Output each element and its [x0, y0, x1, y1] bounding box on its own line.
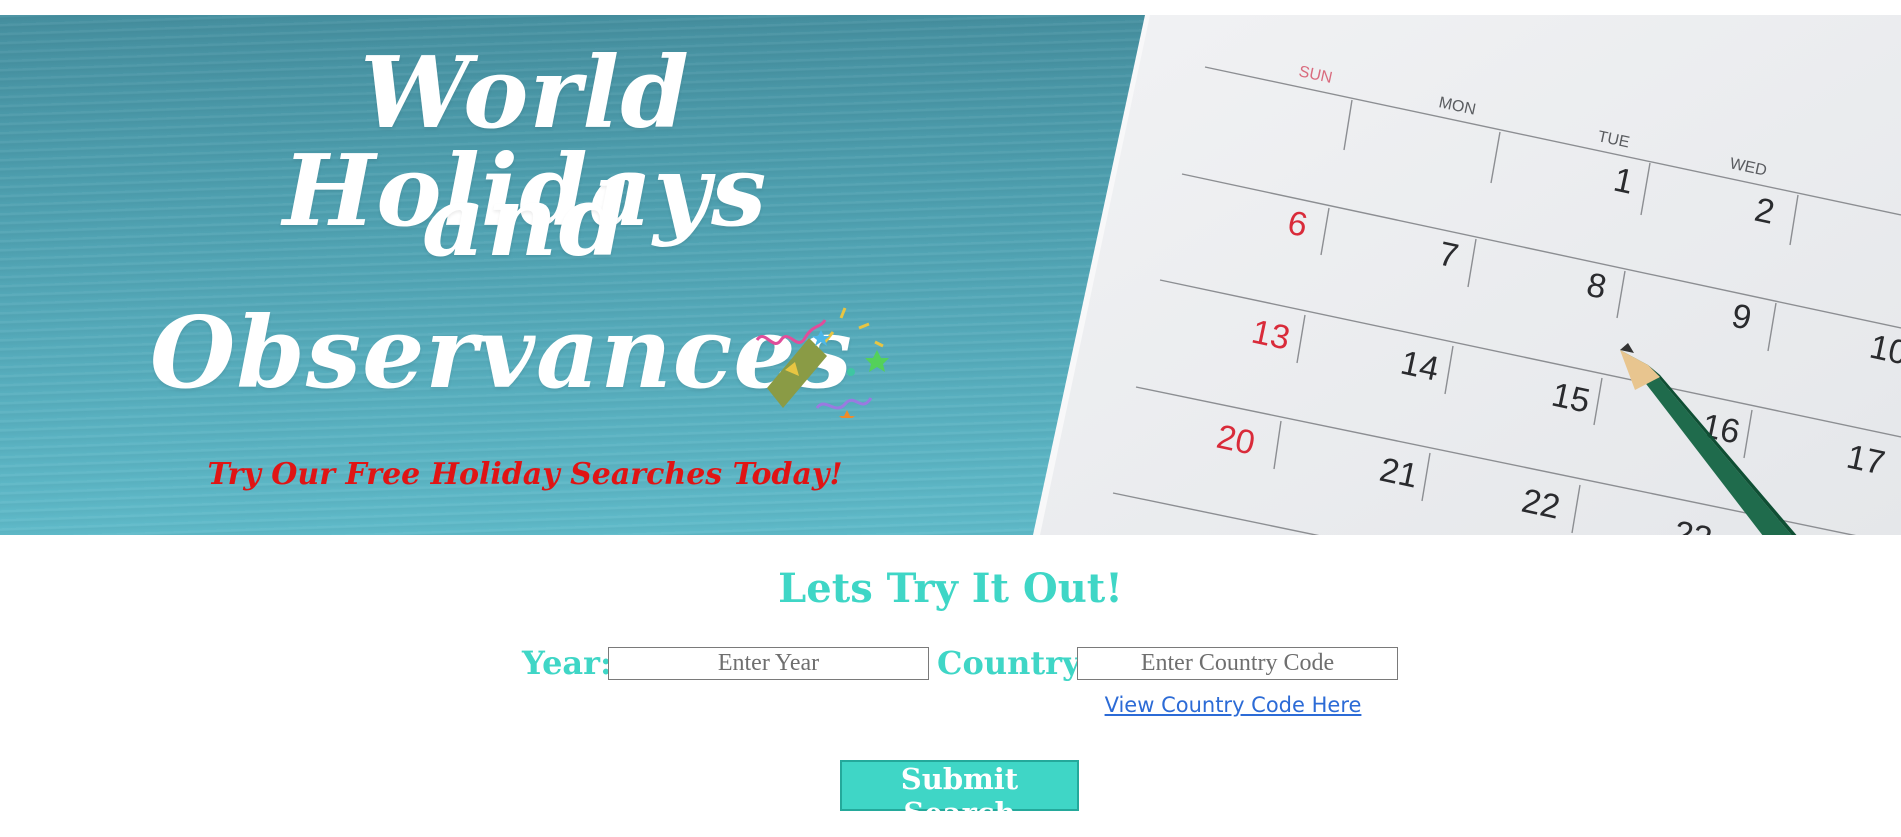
- country-label: Country:: [937, 644, 1093, 682]
- hero-title-line-3: Observances: [150, 296, 853, 411]
- hero-tagline: Try Our Free Holiday Searches Today!: [207, 457, 843, 492]
- submit-search-button[interactable]: Submit Search: [840, 760, 1079, 830]
- hero-banner: SUN MON TUE WED 1 2 6 7 8 9 10 13 14 15 …: [0, 15, 1901, 535]
- cal-num: 15: [1548, 376, 1593, 421]
- view-country-code-link[interactable]: View Country Code Here: [1077, 693, 1389, 717]
- cal-num: 20: [1213, 418, 1258, 463]
- cal-num: 14: [1397, 344, 1442, 389]
- cal-num: 21: [1376, 451, 1421, 496]
- year-label: Year:: [522, 644, 612, 682]
- form-heading: Lets Try It Out!: [778, 565, 1123, 612]
- cal-num: 22: [1518, 482, 1563, 527]
- cal-num: 17: [1843, 438, 1888, 483]
- year-input[interactable]: [608, 647, 929, 680]
- party-popper-icon: [755, 307, 889, 418]
- country-code-input[interactable]: [1077, 647, 1398, 680]
- cal-num: 13: [1248, 313, 1293, 358]
- hero-title-line-2: and: [421, 164, 629, 279]
